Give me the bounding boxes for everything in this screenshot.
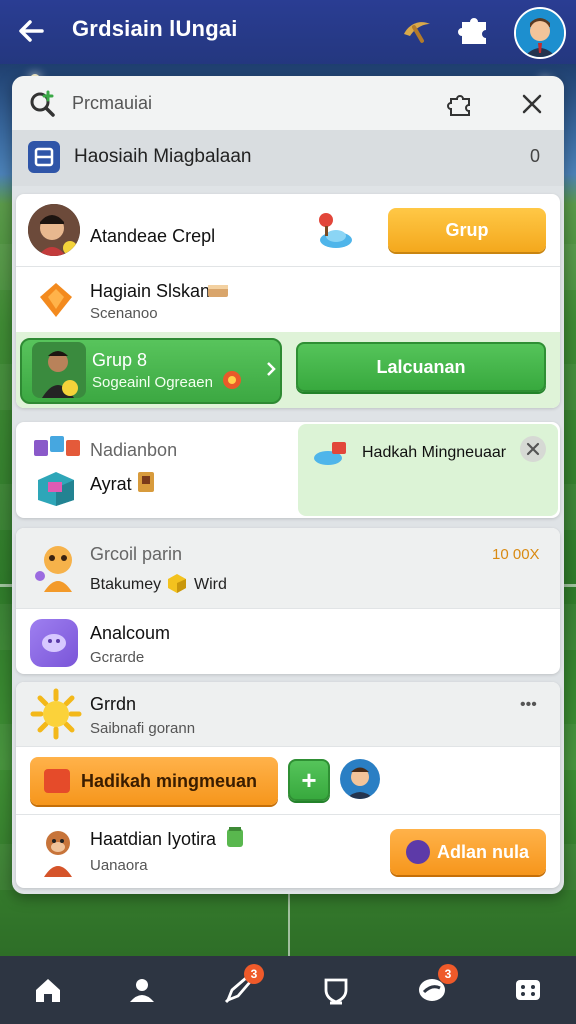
friend-avatar xyxy=(340,759,380,799)
monkey-character-icon xyxy=(34,825,82,879)
jar-icon xyxy=(224,825,246,849)
list-item[interactable]: Hagiain Slskan Scenanoo xyxy=(16,266,560,332)
item-subtitle: Gcrarde xyxy=(90,649,145,666)
action-row: Hadikah mingmeuan + xyxy=(16,746,560,814)
item-subtitle: Scenanoo xyxy=(90,305,158,322)
section-title: Haosiaih Miagbalaan xyxy=(74,146,252,167)
close-icon[interactable] xyxy=(520,436,546,462)
notification-badge: 3 xyxy=(244,964,264,984)
sun-icon xyxy=(30,688,82,740)
item-subtitle: Sogeainl Ogreaen xyxy=(92,374,213,391)
character-icon xyxy=(30,540,84,596)
ticket-icon xyxy=(44,769,70,793)
search-bar xyxy=(12,76,564,130)
shield-icon[interactable] xyxy=(316,970,356,1010)
list-item[interactable]: Grrdn Saibnafi gorann ••• xyxy=(16,682,560,746)
event-button-label: Hadikah mingmeuan xyxy=(80,770,258,791)
search-icon[interactable] xyxy=(28,89,58,119)
add-button[interactable]: + xyxy=(288,759,330,801)
gold-cube-icon xyxy=(166,572,188,594)
profile-avatar[interactable] xyxy=(514,7,566,59)
list-item-highlighted[interactable]: Grup 8 Sogeainl Ogreaen Lalcuanan xyxy=(16,332,560,408)
fire-badge-icon xyxy=(222,370,242,390)
rocket-icon xyxy=(406,840,430,864)
top-bar: Grdsiain lUngai xyxy=(0,0,576,64)
purple-app-icon xyxy=(30,619,78,667)
more-options-icon[interactable]: ••• xyxy=(520,696,537,714)
blocks-icon xyxy=(32,432,82,460)
trophy-icon xyxy=(136,470,156,494)
chevron-right-icon[interactable] xyxy=(264,360,278,378)
orange-crate-icon xyxy=(32,277,78,323)
pickaxe-icon[interactable] xyxy=(398,12,434,48)
list-item[interactable]: Analcoum Gcrarde xyxy=(16,608,560,674)
cake-icon xyxy=(206,277,230,299)
list-item[interactable]: Atandeae Crepl Grup xyxy=(16,194,560,266)
item-subtitle: Saibnafi gorann xyxy=(90,720,196,737)
rocket-nav-icon[interactable]: 3 xyxy=(218,964,264,1010)
close-icon[interactable] xyxy=(518,90,546,118)
action-button[interactable]: Lalcuanan xyxy=(296,342,546,392)
item-subtitle: Ayrat xyxy=(90,474,132,494)
toy-car-icon xyxy=(310,438,350,468)
event-button[interactable]: Hadikah mingmeuan xyxy=(30,757,278,805)
item-subtitle: Btakumey xyxy=(90,576,162,593)
group-button[interactable]: Grup xyxy=(388,208,546,252)
reward-amount: 10 00X xyxy=(492,546,540,563)
gift-toy-icon xyxy=(314,210,356,252)
notification-popup[interactable]: Hadkah Mingneuaar xyxy=(298,424,558,516)
section-count: 0 xyxy=(530,146,541,166)
rewards-card: Grcoil parin Btakumey Wird 10 00X Analco… xyxy=(16,528,560,674)
section-header: Haosiaih Miagbalaan 0 xyxy=(12,130,564,186)
home-icon[interactable] xyxy=(28,970,68,1010)
item-name: Grrdn xyxy=(90,694,137,714)
search-input[interactable] xyxy=(72,90,392,116)
inventory-card: Nadianbon Ayrat Hadkah Mingneuaar xyxy=(16,422,560,518)
item-name: Grcoil parin xyxy=(90,544,183,564)
puzzle-outline-icon[interactable] xyxy=(446,89,476,119)
item-name: Grup 8 xyxy=(92,350,148,370)
box-icon xyxy=(28,141,60,173)
group-card: Atandeae Crepl Grup Hagiain Slskan Scena… xyxy=(16,194,560,408)
list-item[interactable]: Grcoil parin Btakumey Wird 10 00X xyxy=(16,528,560,608)
notification-badge: 3 xyxy=(438,964,458,984)
item-name: Haatdian Iyotira xyxy=(90,829,217,849)
puzzle-icon[interactable] xyxy=(456,12,492,48)
page-title: Grdsiain lUngai xyxy=(72,16,238,41)
back-arrow-icon[interactable] xyxy=(14,14,48,48)
profile-icon[interactable] xyxy=(122,970,162,1010)
list-item[interactable]: Haatdian Iyotira Uanaora Adlan nula xyxy=(16,814,560,888)
item-name: Atandeae Crepl xyxy=(90,226,216,246)
grid-menu-icon[interactable] xyxy=(508,970,548,1010)
item-tag: Wird xyxy=(194,576,227,593)
event-card: Grrdn Saibnafi gorann ••• Hadikah mingme… xyxy=(16,682,560,888)
user-avatar xyxy=(28,204,80,256)
chat-icon[interactable]: 3 xyxy=(412,964,458,1010)
bottom-navigation: 3 3 xyxy=(0,956,576,1024)
popup-text: Hadkah Mingneuaar xyxy=(362,444,507,461)
player-avatar xyxy=(32,342,86,398)
item-subtitle: Uanaora xyxy=(90,857,148,874)
main-panel: Haosiaih Miagbalaan 0 Atandeae Crepl xyxy=(12,76,564,894)
item-name: Analcoum xyxy=(90,623,171,643)
item-name: Hagiain Slskan xyxy=(90,281,211,301)
action-button[interactable]: Adlan nula xyxy=(390,829,546,875)
item-name: Nadianbon xyxy=(90,440,178,460)
treasure-box-icon xyxy=(34,468,78,508)
